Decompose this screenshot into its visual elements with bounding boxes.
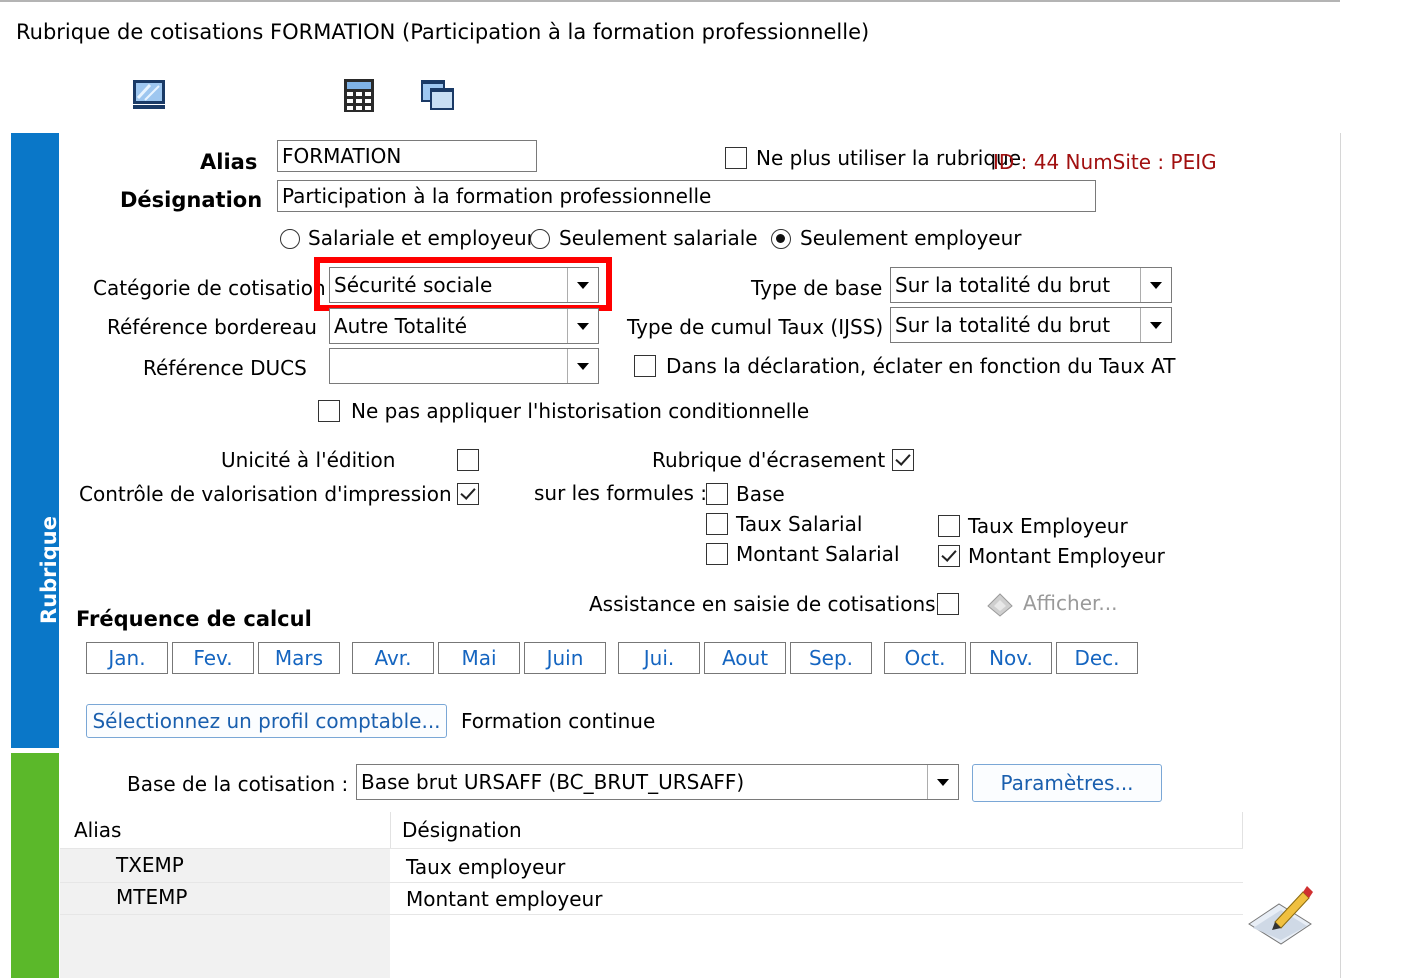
- column-separator: [390, 812, 391, 848]
- table-header-designation[interactable]: Désignation: [402, 812, 522, 848]
- type-cumul-select[interactable]: Sur la totalité du brut: [890, 307, 1172, 343]
- table-row-2-alias[interactable]: MTEMP: [116, 885, 187, 909]
- profil-comptable-button[interactable]: Sélectionnez un profil comptable...: [86, 704, 447, 738]
- table-row-1-alias[interactable]: TXEMP: [116, 853, 184, 877]
- assistance-label: Assistance en saisie de cotisations: [589, 592, 936, 616]
- historisation-label: Ne pas appliquer l'historisation conditi…: [351, 399, 810, 423]
- formule-taux-salarial-checkbox[interactable]: [706, 513, 728, 535]
- type-cumul-value: Sur la totalité du brut: [895, 313, 1111, 337]
- type-base-select[interactable]: Sur la totalité du brut: [890, 267, 1172, 303]
- table-row-2-designation[interactable]: Montant employeur: [406, 887, 602, 911]
- chevron-down-icon[interactable]: [927, 765, 958, 799]
- type-base-label: Type de base: [751, 276, 883, 300]
- month-juin[interactable]: Juin: [524, 642, 606, 674]
- historisation-checkbox[interactable]: [318, 400, 340, 422]
- chevron-down-icon[interactable]: [567, 309, 598, 343]
- formulas-table: Alias Désignation TXEMP Taux employeur M…: [60, 812, 1318, 978]
- base-cotisation-select[interactable]: Base brut URSAFF (BC_BRUT_URSAFF): [356, 764, 959, 800]
- type-cumul-label: Type de cumul Taux (IJSS): [627, 315, 884, 339]
- eclater-label: Dans la déclaration, éclater en fonction…: [666, 354, 1176, 378]
- formule-taux-salarial-label: Taux Salarial: [736, 512, 863, 536]
- type-base-value: Sur la totalité du brut: [895, 273, 1111, 297]
- windows-icon[interactable]: [418, 76, 456, 114]
- eclater-checkbox[interactable]: [634, 355, 656, 377]
- formule-taux-employeur-checkbox[interactable]: [938, 515, 960, 537]
- afficher-button[interactable]: Afficher...: [1023, 591, 1117, 615]
- month-oct[interactable]: Oct.: [884, 642, 966, 674]
- row-divider: [60, 882, 1243, 883]
- assistance-checkbox[interactable]: [937, 593, 959, 615]
- profil-comptable-value: Formation continue: [461, 709, 656, 733]
- ecrasement-label: Rubrique d'écrasement: [652, 448, 886, 472]
- radio-seulement-salariale-label: Seulement salariale: [559, 226, 758, 250]
- ref-bordereau-label: Référence bordereau: [107, 315, 317, 339]
- controle-checkbox[interactable]: [457, 483, 479, 505]
- unicite-label: Unicité à l'édition: [221, 448, 396, 472]
- ne-plus-utiliser-checkbox[interactable]: [725, 147, 747, 169]
- row-divider: [60, 914, 1243, 915]
- window-title: Rubrique de cotisations FORMATION (Parti…: [16, 20, 870, 44]
- alias-label: Alias: [200, 150, 258, 174]
- base-cotisation-label: Base de la cotisation :: [127, 772, 349, 796]
- green-side-tab[interactable]: [11, 753, 59, 978]
- month-nov[interactable]: Nov.: [970, 642, 1052, 674]
- ref-ducs-label: Référence DUCS: [143, 356, 307, 380]
- parametres-button[interactable]: Paramètres...: [972, 764, 1162, 802]
- month-jan[interactable]: Jan.: [86, 642, 168, 674]
- highlight-frame: [314, 257, 612, 311]
- controle-label: Contrôle de valorisation d'impression: [79, 482, 452, 506]
- month-jui[interactable]: Jui.: [618, 642, 700, 674]
- designation-input[interactable]: Participation à la formation professionn…: [277, 180, 1096, 212]
- month-fev[interactable]: Fev.: [172, 642, 254, 674]
- formule-montant-employeur-checkbox[interactable]: [938, 545, 960, 567]
- alias-input[interactable]: FORMATION: [277, 140, 537, 172]
- month-mai[interactable]: Mai: [438, 642, 520, 674]
- monitor-icon[interactable]: [130, 76, 168, 114]
- formule-montant-employeur-label: Montant Employeur: [968, 544, 1165, 568]
- formule-base-checkbox[interactable]: [706, 483, 728, 505]
- row-divider: [60, 848, 1243, 849]
- formule-montant-salarial-label: Montant Salarial: [736, 542, 900, 566]
- rubrique-side-tab-label: Rubrique: [37, 516, 61, 624]
- table-header-alias[interactable]: Alias: [74, 812, 121, 848]
- radio-salariale-employeur[interactable]: [280, 229, 300, 249]
- month-dec[interactable]: Dec.: [1056, 642, 1138, 674]
- sur-formules-label: sur les formules :: [534, 481, 707, 505]
- edit-pencil-icon[interactable]: [1245, 880, 1315, 948]
- chevron-down-icon[interactable]: [567, 349, 598, 383]
- formule-taux-employeur-label: Taux Employeur: [968, 514, 1128, 538]
- ref-ducs-select[interactable]: [329, 348, 599, 384]
- column-separator: [1242, 812, 1243, 848]
- month-avr[interactable]: Avr.: [352, 642, 434, 674]
- alias-column-bg: [60, 848, 390, 978]
- ecrasement-checkbox[interactable]: [892, 449, 914, 471]
- designation-label: Désignation: [120, 188, 263, 212]
- categorie-label: Catégorie de cotisation: [93, 276, 326, 300]
- rubrique-side-tab[interactable]: Rubrique: [11, 133, 61, 748]
- frequence-title: Fréquence de calcul: [76, 607, 312, 631]
- month-aout[interactable]: Aout: [704, 642, 786, 674]
- afficher-icon: [984, 590, 1016, 618]
- chevron-down-icon[interactable]: [1140, 308, 1171, 342]
- month-sep[interactable]: Sep.: [790, 642, 872, 674]
- base-cotisation-value: Base brut URSAFF (BC_BRUT_URSAFF): [361, 770, 745, 794]
- calculator-icon[interactable]: [340, 76, 378, 114]
- formule-base-label: Base: [736, 482, 785, 506]
- id-info: ID : 44 NumSite : PEIG: [993, 150, 1217, 174]
- radio-seulement-employeur-label: Seulement employeur: [800, 226, 1022, 250]
- ref-bordereau-value: Autre Totalité: [334, 314, 468, 338]
- window-top-border: [0, 0, 1340, 2]
- radio-salariale-employeur-label: Salariale et employeur: [308, 226, 535, 250]
- formule-montant-salarial-checkbox[interactable]: [706, 543, 728, 565]
- table-row-1-designation[interactable]: Taux employeur: [406, 855, 565, 879]
- ne-plus-utiliser-label: Ne plus utiliser la rubrique: [756, 146, 1022, 170]
- chevron-down-icon[interactable]: [1140, 268, 1171, 302]
- month-mars[interactable]: Mars: [258, 642, 340, 674]
- radio-seulement-employeur[interactable]: [771, 229, 791, 249]
- radio-seulement-salariale[interactable]: [530, 229, 550, 249]
- ref-bordereau-select[interactable]: Autre Totalité: [329, 308, 599, 344]
- unicite-checkbox[interactable]: [457, 449, 479, 471]
